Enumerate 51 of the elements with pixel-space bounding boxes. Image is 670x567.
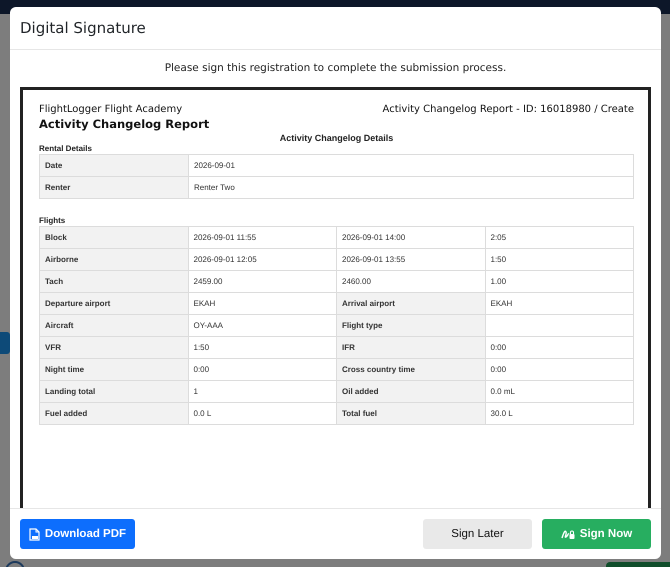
value-cell: 0:00 — [485, 336, 634, 358]
value-cell: 2459.00 — [188, 270, 336, 292]
label-cell: VFR — [40, 336, 188, 358]
value-cell: Renter Two — [188, 176, 634, 198]
label-cell: Night time — [40, 358, 188, 380]
section-title: Activity Changelog Details — [278, 133, 394, 143]
instruction-text: Please sign this registration to complete the submission process. — [164, 62, 508, 74]
value-cell: 0:00 — [485, 358, 634, 380]
value-cell: EKAH — [485, 292, 634, 314]
label-cell: Block — [40, 226, 188, 248]
value-cell: EKAH — [188, 292, 336, 314]
value-cell: 0.0 L — [188, 402, 336, 424]
value-cell: 2026-09-01 13:55 — [336, 248, 485, 270]
organization-name: FlightLogger Flight Academy — [39, 104, 182, 115]
sign-later-button[interactable]: Sign Later — [423, 519, 532, 549]
signature-icon — [560, 528, 575, 540]
label-cell: Cross country time — [336, 358, 485, 380]
value-cell: 0:00 — [188, 358, 336, 380]
value-cell: 2026-09-01 — [188, 154, 634, 176]
label-cell: IFR — [336, 336, 485, 358]
label-cell: Departure airport — [40, 292, 188, 314]
label-cell: Airborne — [40, 248, 188, 270]
sign-now-button[interactable]: Sign Now — [542, 519, 651, 549]
label-cell: Total fuel — [336, 402, 485, 424]
dialog-title: Digital Signature — [20, 19, 146, 37]
table-heading: Flights — [39, 216, 66, 225]
download-pdf-button[interactable]: Download PDF — [20, 519, 135, 549]
label-cell: Date — [40, 154, 188, 176]
value-cell: 2026-09-01 11:55 — [188, 226, 336, 248]
value-cell: 1:50 — [188, 336, 336, 358]
label-cell: Aircraft — [40, 314, 188, 336]
label-cell: Arrival airport — [336, 292, 485, 314]
value-cell: 1 — [188, 380, 336, 402]
label-cell: Landing total — [40, 380, 188, 402]
value-cell: 1:50 — [485, 248, 634, 270]
label-cell: Fuel added — [40, 402, 188, 424]
value-cell: 2026-09-01 12:05 — [188, 248, 336, 270]
report-reference: Activity Changelog Report - ID: 16018980 / Create — [382, 104, 634, 115]
value-cell: 0.0 mL — [485, 380, 634, 402]
value-cell: 30.0 L — [485, 402, 634, 424]
label-cell: Renter — [40, 176, 188, 198]
table-heading: Rental Details — [39, 144, 93, 153]
value-cell: OY-AAA — [188, 314, 336, 336]
report-title: Activity Changelog Report — [39, 117, 210, 131]
label-cell: Oil added — [336, 380, 485, 402]
pdf-file-icon — [28, 528, 40, 540]
value-cell: 2:05 — [485, 226, 634, 248]
label-cell: Tach — [40, 270, 188, 292]
label-cell: Flight type — [336, 314, 485, 336]
value-cell: 2026-09-01 14:00 — [336, 226, 485, 248]
value-cell: 1.00 — [485, 270, 634, 292]
